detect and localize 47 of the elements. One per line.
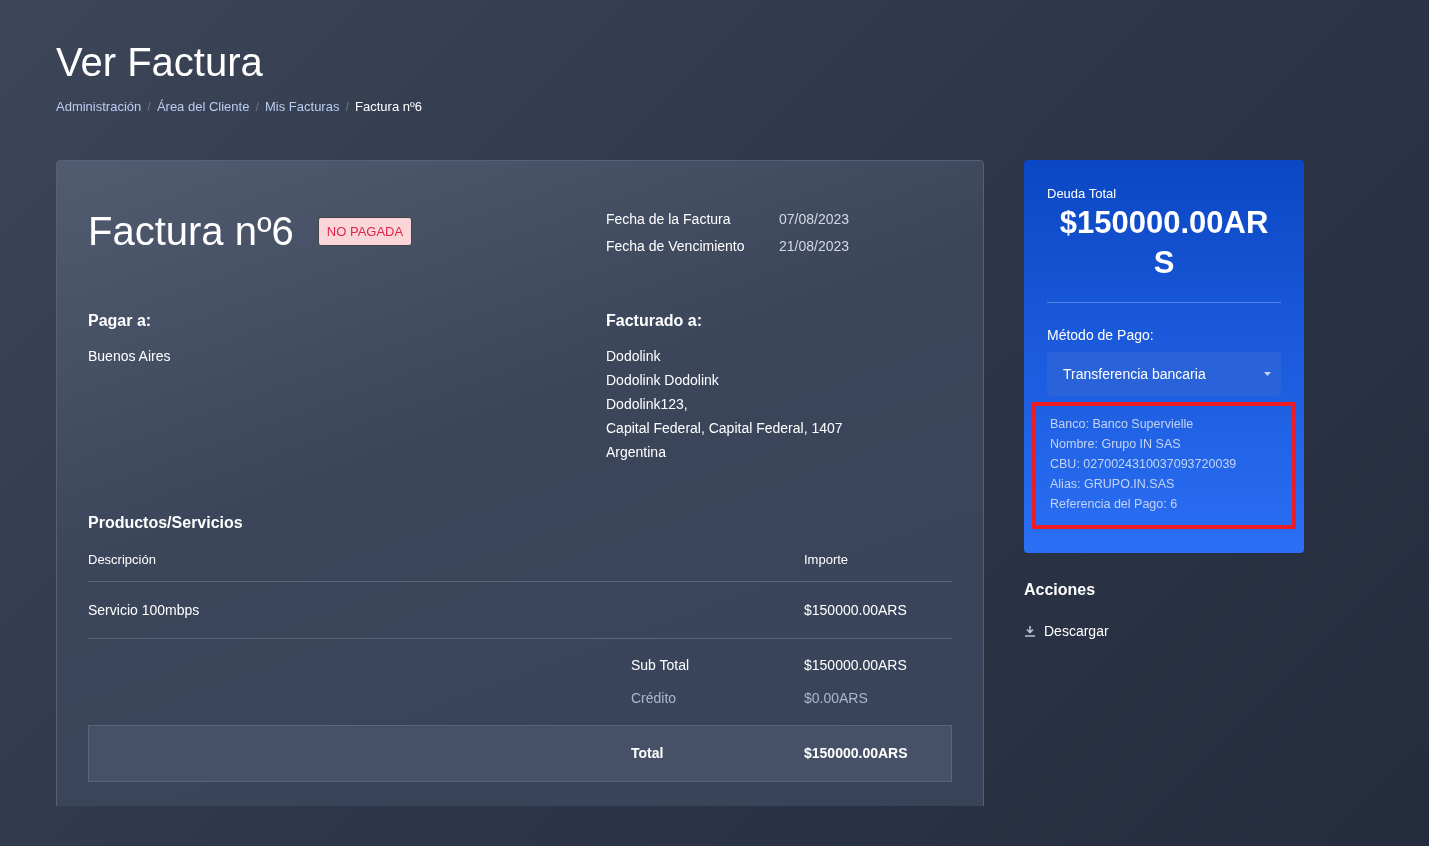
payment-method-label: Método de Pago: (1047, 327, 1155, 343)
payment-method-select[interactable]: Transferencia bancaria (1047, 352, 1281, 396)
total-value: $150000.00ARS (804, 745, 908, 761)
bank-detail: Nombre: Grupo IN SAS (1050, 436, 1182, 453)
section-heading: Productos/Servicios (88, 514, 244, 532)
bank-detail: Alias: GRUPO.IN.SAS (1050, 476, 1176, 493)
address-line: Argentina (606, 443, 667, 462)
date-value: 21/08/2023 (779, 238, 850, 254)
bank-detail: Banco: Banco Supervielle (1050, 416, 1195, 433)
total-label: Sub Total (631, 657, 691, 673)
section-heading: Pagar a: (88, 312, 153, 330)
date-label: Fecha de la Factura (606, 211, 732, 227)
address-line: Dodolink (606, 347, 662, 366)
breadcrumb-link[interactable]: Mis Facturas (265, 99, 340, 114)
column-header: Descripción (88, 552, 157, 567)
total-label: Crédito (631, 690, 678, 706)
address-line: Dodolink Dodolink (606, 371, 720, 390)
breadcrumb-link[interactable]: Administración (56, 99, 142, 114)
section-heading: Acciones (1024, 581, 1097, 599)
total-value: $150000.00ARS (804, 657, 907, 673)
invoice-title: Factura nº6 (88, 209, 294, 254)
table-cell: $150000.00ARS (804, 602, 907, 618)
breadcrumb-separator: / (255, 99, 259, 114)
bank-detail: CBU: 0270024310037093720039 (1050, 456, 1238, 473)
column-header: Importe (804, 552, 849, 567)
breadcrumb-link[interactable]: Factura nº6 (355, 99, 422, 114)
breadcrumb-link[interactable]: Área del Cliente (156, 99, 250, 114)
address-line: Buenos Aires (88, 347, 172, 366)
total-label: Total (631, 745, 665, 761)
caret-icon (1264, 372, 1271, 376)
breadcrumb-separator: / (147, 99, 151, 114)
section-heading: Facturado a: (606, 312, 703, 330)
bank-detail: Referencia del Pago: 6 (1050, 496, 1179, 513)
balance-label: Deuda Total (1047, 186, 1118, 201)
download-link[interactable]: Descargar (1024, 623, 1304, 639)
download-icon (1024, 625, 1036, 637)
date-label: Fecha de Vencimiento (606, 238, 746, 254)
balance-amount: $150000.00AR (1058, 204, 1270, 242)
balance-amount: S (1152, 244, 1176, 282)
date-value: 07/08/2023 (779, 211, 850, 227)
page-title: Ver Factura (56, 40, 264, 85)
breadcrumb-separator: / (345, 99, 350, 114)
total-value: $0.00ARS (804, 690, 868, 706)
status-badge: NO PAGADA (317, 217, 413, 246)
table-cell-text: Servicio 100mbps (88, 602, 201, 618)
address-line: Capital Federal, Capital Federal, 1407 (606, 419, 843, 438)
address-line: Dodolink123, (606, 395, 689, 414)
